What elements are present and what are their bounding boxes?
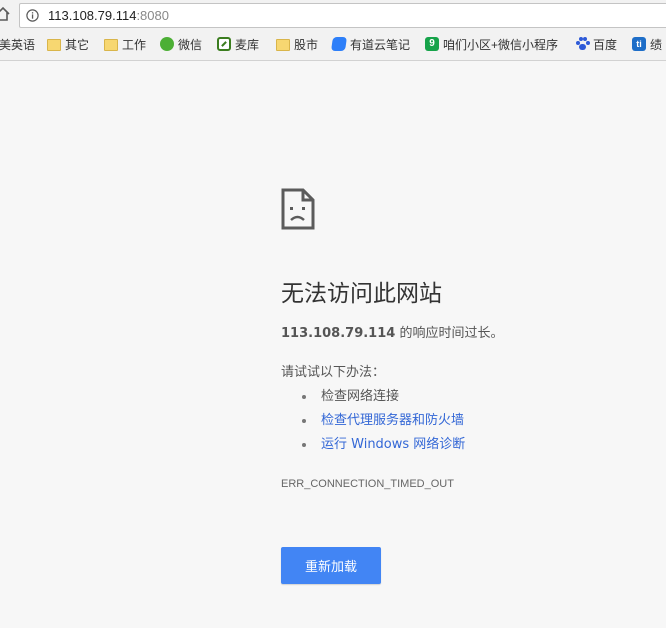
error-host: 113.108.79.114 xyxy=(281,326,396,341)
bookmark-wechat[interactable]: 微信 xyxy=(160,35,202,53)
url-text[interactable]: 113.108.79.114:8080 xyxy=(48,8,169,24)
bookmark-work[interactable]: 工作 xyxy=(104,35,146,53)
bookmark-baidu[interactable]: 百度 xyxy=(575,35,617,53)
reload-button[interactable]: 重新加载 xyxy=(281,547,381,584)
folder-icon xyxy=(47,39,61,51)
suggestions-heading: 请试试以下办法： xyxy=(281,365,386,380)
bookmark-label: 绩 xyxy=(650,37,663,52)
bookmark-label: 其它 xyxy=(65,37,90,52)
bookmark-stocks[interactable]: 股市 xyxy=(276,35,318,53)
url-host: 113.108.79.114 xyxy=(48,8,137,23)
site-info-icon[interactable] xyxy=(26,9,39,22)
folder-icon xyxy=(104,39,118,51)
ti-icon: ti xyxy=(632,37,646,51)
bookmark-youdao-note[interactable]: 有道云笔记 xyxy=(331,35,411,53)
wechat-icon xyxy=(160,37,174,51)
error-desc-suffix: 的响应时间过长。 xyxy=(395,326,504,341)
bookmark-ti[interactable]: ti 绩 xyxy=(632,35,662,53)
url-port: :8080 xyxy=(136,8,169,23)
home-icon[interactable] xyxy=(0,6,10,22)
bookmark-maiku[interactable]: 麦库 xyxy=(217,35,259,53)
bookmark-label: 有道云笔记 xyxy=(350,37,411,52)
bookmark-community-miniapp[interactable]: 9 咱们小区+微信小程序 xyxy=(425,35,558,53)
baidu-paw-icon xyxy=(575,37,590,51)
suggestion-check-network: 检查网络连接 xyxy=(301,388,465,412)
suggestion-run-diagnostics[interactable]: 运行 Windows 网络诊断 xyxy=(301,436,465,460)
bookmark-label: 咱们小区+微信小程序 xyxy=(443,37,559,52)
maiku-icon xyxy=(217,37,231,51)
bookmark-other[interactable]: 其它 xyxy=(47,35,89,53)
bookmark-label: 工作 xyxy=(122,37,147,52)
suggestion-text: 检查网络连接 xyxy=(321,389,400,404)
youdao-note-icon xyxy=(331,37,347,51)
suggestion-link[interactable]: 运行 Windows 网络诊断 xyxy=(321,437,465,452)
suggestions-list: 检查网络连接 检查代理服务器和防火墙 运行 Windows 网络诊断 xyxy=(301,388,465,460)
suggestion-link[interactable]: 检查代理服务器和防火墙 xyxy=(321,413,464,428)
bookmark-label: 股市 xyxy=(294,37,319,52)
address-bar[interactable]: 113.108.79.114:8080 xyxy=(19,3,666,28)
suggestion-check-proxy-firewall[interactable]: 检查代理服务器和防火墙 xyxy=(301,412,465,436)
bookmark-label: 微信 xyxy=(178,37,203,52)
bookmarks-bar: 美英语 其它 工作 微信 麦库 股市 有道云笔记 9 咱们小区+微信小程序 百度… xyxy=(0,33,666,57)
bookmark-label: 百度 xyxy=(593,37,618,52)
bookmark-label: 美英语 xyxy=(0,37,36,52)
folder-icon xyxy=(276,39,290,51)
bookmark-english[interactable]: 美英语 xyxy=(0,35,35,53)
error-code: ERR_CONNECTION_TIMED_OUT xyxy=(281,478,454,490)
sad-page-icon xyxy=(281,188,315,230)
bookmark-label: 麦库 xyxy=(235,37,260,52)
browser-chrome: 113.108.79.114:8080 美英语 其它 工作 微信 麦库 股市 有… xyxy=(0,0,666,61)
community-icon: 9 xyxy=(425,37,439,51)
error-title: 无法访问此网站 xyxy=(281,281,442,307)
error-description: 113.108.79.114 的响应时间过长。 xyxy=(281,325,503,343)
